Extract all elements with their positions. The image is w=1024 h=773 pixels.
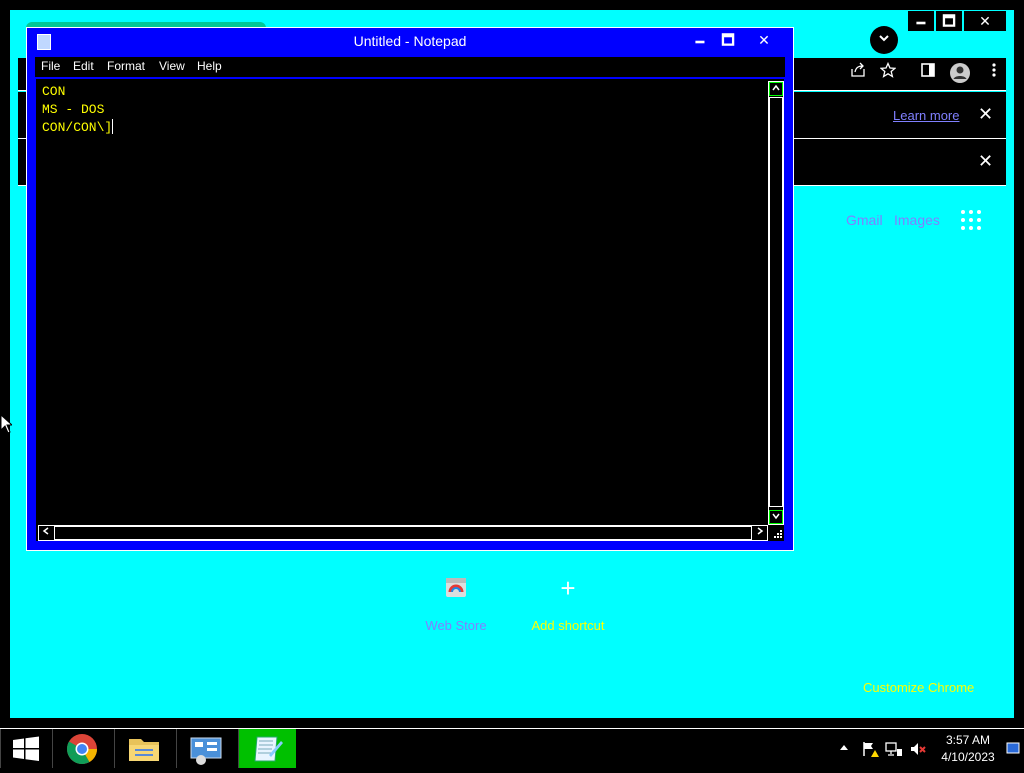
star-icon[interactable] [876,61,900,86]
horizontal-scroll-thumb[interactable] [54,526,752,540]
text-line: CON/CON\] [42,120,113,135]
shortcut-label: Web Store [425,618,487,633]
scroll-left-button[interactable] [39,526,53,540]
google-apps-icon[interactable] [961,210,981,230]
scroll-up-button[interactable] [769,82,783,96]
notification-icon[interactable] [1006,741,1020,755]
learn-more-link[interactable]: Learn more [893,108,959,123]
customize-chrome-button[interactable]: Customize Chrome [863,680,974,695]
infobar-close-button[interactable]: ✕ [978,104,993,125]
show-hidden-icons-button[interactable] [840,742,848,753]
clock-time[interactable]: 3:57 AM [932,733,1004,747]
chrome-minimize-button[interactable]: 🗕 [908,11,934,31]
notepad-minimize-button[interactable]: 🗕 [687,30,713,50]
side-panel-icon[interactable] [916,62,940,86]
vertical-scroll-thumb[interactable] [769,97,783,507]
shortcut-label: Add shortcut [531,618,605,633]
menu-dots-icon[interactable] [982,62,1006,86]
vertical-scrollbar[interactable] [768,81,784,525]
add-shortcut-button[interactable]: + Add shortcut [513,574,623,633]
network-icon[interactable] [885,740,903,758]
window-title: Untitled - Notepad [353,33,467,49]
resize-grip-icon[interactable] [770,527,784,541]
images-link[interactable]: Images [894,212,940,228]
menu-format[interactable]: Format [103,59,149,73]
web-store-icon [442,574,470,602]
flag-warning-icon[interactable] [861,740,879,758]
gmail-link[interactable]: Gmail [846,212,883,228]
clock-date[interactable]: 4/10/2023 [932,750,1004,764]
text-caret [112,119,114,134]
control-panel-icon[interactable] [176,729,234,768]
chrome-maximize-button[interactable]: 🗖 [936,11,962,31]
notepad-icon[interactable] [238,729,296,768]
mouse-cursor-icon [0,413,14,439]
file-explorer-icon[interactable] [114,729,172,768]
notepad-maximize-button[interactable]: 🗖 [715,30,741,50]
chrome-close-button[interactable]: ✕ [964,11,1006,31]
windows-start-icon[interactable] [0,729,50,768]
shortcut-web-store[interactable]: Web Store [401,574,511,633]
infobar-close-button[interactable]: ✕ [978,151,993,172]
horizontal-scrollbar[interactable] [38,525,768,541]
notepad-window: Untitled - Notepad 🗕 🗖 ✕ File Edit Forma… [26,27,794,551]
scroll-right-button[interactable] [753,526,767,540]
menu-bar: File Edit Format View Help [35,57,785,77]
profile-icon[interactable] [948,62,972,86]
notepad-titlebar[interactable]: Untitled - Notepad 🗕 🗖 ✕ [27,28,793,56]
plus-icon: + [560,573,576,603]
chrome-icon[interactable] [52,729,110,768]
scroll-down-button[interactable] [769,510,783,524]
menu-edit[interactable]: Edit [69,59,98,73]
editor-text: CON MS - DOS CON/CON\] [42,83,114,137]
taskbar: 3:57 AM 4/10/2023 [0,728,1024,768]
chevron-down-icon[interactable] [870,26,898,54]
menu-file[interactable]: File [37,59,64,73]
text-editor[interactable]: CON MS - DOS CON/CON\] [35,78,785,542]
menu-help[interactable]: Help [193,59,226,73]
notepad-close-button[interactable]: ✕ [747,30,781,50]
volume-muted-icon[interactable] [909,740,927,758]
text-line: MS - DOS [42,102,105,117]
text-line-current: CON/CON\] [42,119,114,137]
text-line: CON [42,84,66,99]
menu-view[interactable]: View [155,59,189,73]
share-icon[interactable] [846,62,870,86]
